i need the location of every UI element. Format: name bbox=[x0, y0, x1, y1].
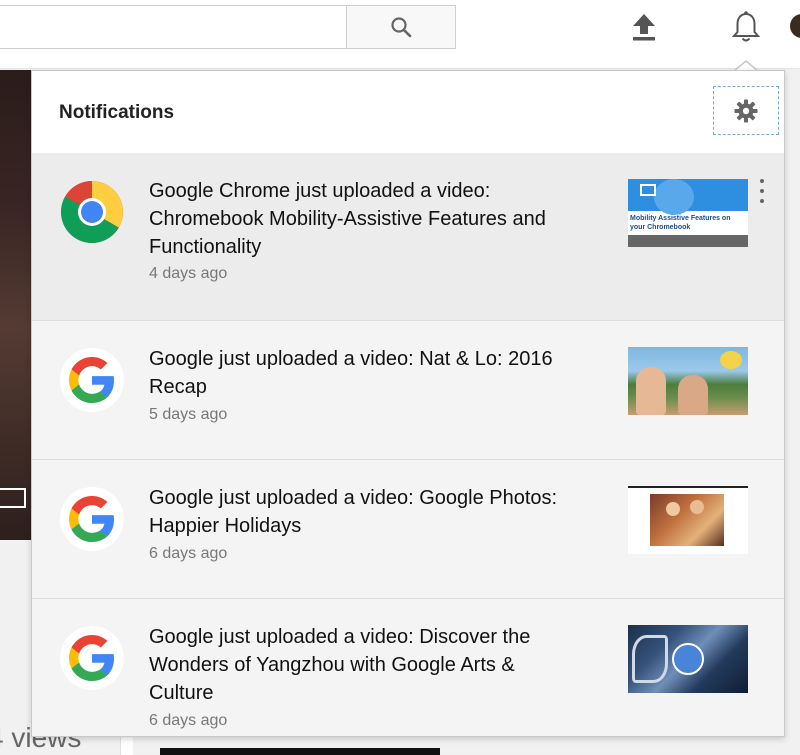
thumbnail-photo bbox=[650, 494, 724, 546]
notification-item[interactable]: Google just uploaded a video: Discover t… bbox=[32, 598, 784, 736]
notification-time: 4 days ago bbox=[149, 265, 228, 282]
notification-item[interactable]: Google just uploaded a video: Google Pho… bbox=[32, 459, 784, 598]
notification-text: Google just uploaded a video: Discover t… bbox=[149, 626, 531, 704]
notification-list: Google Chrome just uploaded a video: Chr… bbox=[32, 153, 784, 736]
video-thumbnail[interactable] bbox=[628, 625, 748, 693]
notification-text: Google Chrome just uploaded a video: Chr… bbox=[149, 180, 546, 258]
more-dot bbox=[760, 189, 764, 193]
video-thumbnail[interactable] bbox=[628, 347, 748, 415]
google-g-logo-icon bbox=[69, 357, 115, 403]
channel-avatar[interactable] bbox=[60, 348, 124, 412]
background-video-thumbnail-2[interactable] bbox=[160, 748, 440, 755]
search-input[interactable] bbox=[0, 5, 346, 49]
thumbnail-caption: Mobility Assistive Features on your Chro… bbox=[630, 215, 731, 231]
background-video-overlay bbox=[0, 488, 26, 508]
upload-button[interactable] bbox=[626, 8, 662, 46]
background-video-thumbnail[interactable] bbox=[0, 70, 32, 540]
notification-text: Google just uploaded a video: Nat & Lo: … bbox=[149, 348, 553, 398]
notification-time: 6 days ago bbox=[149, 545, 228, 562]
thumbnail-person bbox=[666, 502, 680, 516]
thumbnail-circle bbox=[654, 179, 694, 215]
video-thumbnail[interactable]: Mobility Assistive Features on your Chro… bbox=[628, 179, 748, 247]
more-dot bbox=[760, 179, 764, 183]
gear-icon bbox=[734, 99, 758, 122]
notification-time: 5 days ago bbox=[149, 406, 228, 423]
notification-time: 6 days ago bbox=[149, 712, 228, 729]
search-icon bbox=[391, 17, 412, 38]
channel-avatar[interactable] bbox=[60, 626, 124, 690]
notification-item[interactable]: Google Chrome just uploaded a video: Chr… bbox=[32, 153, 784, 320]
laptop-icon bbox=[640, 184, 656, 196]
search-button[interactable] bbox=[346, 5, 456, 49]
notification-item[interactable]: Google just uploaded a video: Nat & Lo: … bbox=[32, 320, 784, 459]
google-g-logo-icon bbox=[69, 635, 115, 681]
thumbnail-badge bbox=[720, 351, 742, 369]
museum-icon bbox=[672, 643, 704, 675]
notification-settings-button[interactable] bbox=[713, 86, 779, 135]
popup-title: Notifications bbox=[59, 102, 175, 123]
chrome-logo-icon bbox=[61, 181, 123, 243]
thumbnail-person bbox=[690, 500, 704, 514]
upload-icon bbox=[633, 14, 655, 41]
notifications-popup: Notifications Google Chrome just uploade… bbox=[31, 70, 785, 737]
video-thumbnail[interactable] bbox=[628, 486, 748, 554]
more-options-button[interactable] bbox=[754, 177, 770, 205]
thumbnail-dragon bbox=[632, 635, 668, 683]
channel-avatar[interactable] bbox=[60, 487, 124, 551]
notification-text: Google just uploaded a video: Google Pho… bbox=[149, 487, 558, 537]
channel-avatar[interactable] bbox=[60, 180, 124, 244]
more-dot bbox=[760, 199, 764, 203]
thumbnail-footer bbox=[628, 235, 748, 247]
notifications-button[interactable] bbox=[726, 6, 766, 48]
google-g-logo-icon bbox=[69, 496, 115, 542]
bell-icon bbox=[731, 11, 761, 42]
account-avatar[interactable] bbox=[790, 14, 800, 38]
popup-header: Notifications bbox=[32, 71, 784, 153]
thumbnail-person bbox=[636, 367, 666, 415]
thumbnail-person bbox=[678, 375, 708, 415]
top-bar bbox=[0, 0, 800, 69]
